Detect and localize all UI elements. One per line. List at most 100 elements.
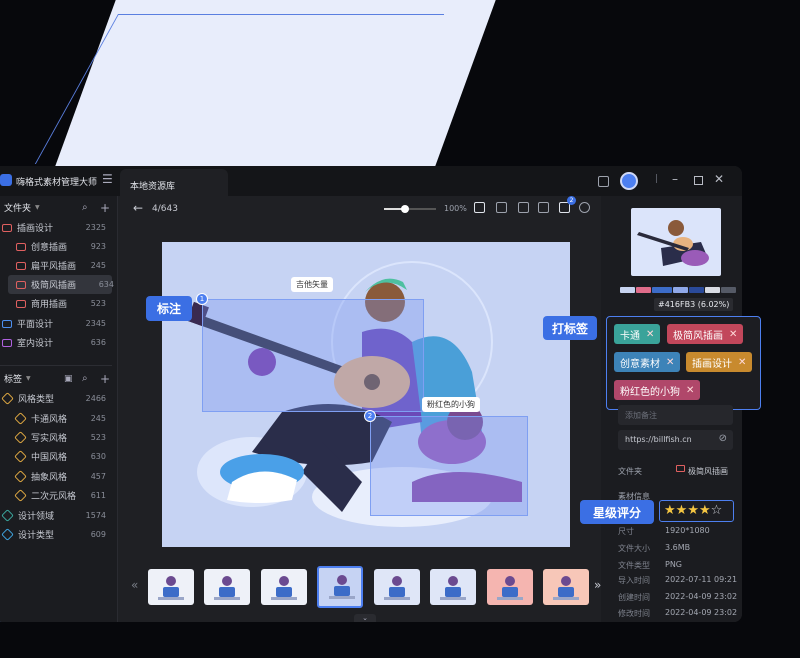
tag-chip[interactable]: 插画设计 ✕	[686, 352, 753, 372]
back-arrow-icon[interactable]: ←	[133, 201, 143, 215]
star-icon[interactable]: ★	[676, 503, 688, 518]
palette-swatch[interactable]	[652, 287, 672, 293]
tag-label: 中国风格	[31, 453, 68, 463]
focus-icon[interactable]	[579, 202, 590, 213]
tag-manage-icon[interactable]: ▣	[64, 374, 73, 384]
annotation-box-1[interactable]	[202, 299, 424, 412]
sidebar-folder-2[interactable]: 创意插画 923	[0, 237, 118, 256]
star-icon[interactable]: ★	[664, 503, 676, 518]
url-field[interactable]: https://billfish.cn ⊘	[618, 430, 733, 450]
annotation-marker-2[interactable]: 2	[364, 410, 376, 422]
menu-icon[interactable]: ☰	[102, 172, 113, 186]
maximize-icon[interactable]	[694, 176, 703, 185]
background-line	[118, 14, 444, 15]
sidebar-tag-1[interactable]: 风格类型 2466	[0, 389, 118, 408]
folder-icon	[16, 261, 26, 270]
star-icon[interactable]: ☆	[711, 503, 723, 518]
thumbnail-4[interactable]	[317, 566, 363, 608]
sidebar-folder-4[interactable]: 极简风插画 634	[8, 275, 114, 294]
remove-tag-icon[interactable]: ✕	[729, 329, 737, 340]
tab-local-library[interactable]: 本地资源库	[120, 169, 228, 196]
palette-swatch[interactable]	[721, 287, 736, 293]
palette-swatch[interactable]	[689, 287, 704, 293]
layout-icon[interactable]	[598, 176, 609, 187]
rotate-icon[interactable]	[518, 202, 529, 213]
folder-label: 室内设计	[17, 339, 54, 349]
meta-value: 2022-07-11 09:21	[665, 575, 738, 584]
compass-icon[interactable]: ⊘	[719, 433, 727, 444]
sidebar-tag-2[interactable]: 卡通风格 245	[0, 409, 118, 428]
search-icon[interactable]: ⌕	[82, 373, 88, 384]
thumbnail-2[interactable]	[204, 569, 250, 605]
palette-swatch[interactable]	[620, 287, 635, 293]
tag-count: 2466	[85, 394, 106, 403]
tag-label: 二次元风格	[31, 492, 77, 502]
tags-header[interactable]: 标签 ▼ ▣ ⌕ +	[0, 369, 118, 388]
sidebar-folder-3[interactable]: 扁平风插画 245	[0, 256, 118, 275]
sidebar-tag-3[interactable]: 写实风格 523	[0, 428, 118, 447]
add-icon[interactable]: +	[100, 201, 110, 215]
tag-chip[interactable]: 创意素材 ✕	[614, 352, 681, 372]
meta-key: 文件大小	[618, 544, 650, 553]
annotation-count-badge: 2	[567, 196, 576, 205]
sidebar-tag-4[interactable]: 中国风格 630	[0, 447, 118, 466]
close-icon[interactable]: ✕	[714, 172, 724, 186]
star-icon[interactable]: ★	[687, 503, 699, 518]
actual-size-icon[interactable]	[496, 202, 507, 213]
compare-icon[interactable]	[538, 202, 549, 213]
tag-count: 609	[90, 530, 106, 539]
thumbnail-5[interactable]	[374, 569, 420, 605]
thumbnail-1[interactable]	[148, 569, 194, 605]
search-icon[interactable]: ⌕	[82, 202, 88, 213]
thumbnail-3[interactable]	[261, 569, 307, 605]
zoom-slider[interactable]	[384, 205, 436, 213]
annotation-box-2[interactable]	[370, 416, 528, 516]
meta-value: 3.6MB	[665, 543, 691, 552]
remove-tag-icon[interactable]: ✕	[686, 385, 694, 396]
annotation-marker-1[interactable]: 1	[196, 293, 208, 305]
prev-button[interactable]: «	[131, 578, 138, 592]
collapse-strip-handle[interactable]: ⌄	[354, 614, 376, 622]
sidebar-folder-6[interactable]: 平面设计 2345	[0, 314, 118, 333]
sidebar-tag-5[interactable]: 抽象风格 457	[0, 467, 118, 486]
star-rating[interactable]: ★★★★☆	[659, 500, 734, 522]
thumbnail-8[interactable]	[543, 569, 589, 605]
fit-screen-icon[interactable]	[474, 202, 485, 213]
meta-value: 1920*1080	[665, 526, 710, 535]
star-icon[interactable]: ★	[699, 503, 711, 518]
tag-chip-label: 极简风插画	[673, 330, 723, 342]
divider	[0, 365, 112, 366]
sidebar-tag-6[interactable]: 二次元风格 611	[0, 486, 118, 505]
sidebar-tag-8[interactable]: 设计类型 609	[0, 525, 118, 544]
annotation-label-2: 粉红色的小狗	[422, 397, 480, 412]
color-palette[interactable]	[620, 287, 736, 293]
tag-chip[interactable]: 极简风插画 ✕	[667, 324, 744, 344]
thumbnail-7[interactable]	[487, 569, 533, 605]
palette-swatch[interactable]	[673, 287, 688, 293]
remove-tag-icon[interactable]: ✕	[738, 357, 746, 368]
remove-tag-icon[interactable]: ✕	[646, 329, 654, 340]
folder-value[interactable]: 极简风插画	[688, 466, 728, 477]
sidebar-folder-1[interactable]: 插画设计 2325	[0, 218, 118, 237]
tag-chip[interactable]: 卡通 ✕	[614, 324, 661, 344]
add-icon[interactable]: +	[100, 372, 110, 386]
folder-count: 2345	[85, 319, 106, 328]
image-canvas[interactable]: 1 2 吉他矢量 粉红色的小狗	[162, 242, 570, 547]
sidebar-folder-5[interactable]: 商用插画 523	[0, 294, 118, 313]
preview-thumbnail[interactable]	[631, 208, 721, 276]
avatar[interactable]	[620, 172, 638, 190]
thumbnail-6[interactable]	[430, 569, 476, 605]
folders-header[interactable]: 文件夹 ▼ ⌕ +	[0, 198, 118, 217]
tag-icon	[1, 509, 14, 522]
palette-swatch[interactable]	[636, 287, 651, 293]
next-button[interactable]: »	[594, 578, 601, 592]
folder-icon	[2, 223, 12, 232]
tag-label: 设计类型	[18, 531, 55, 541]
minimize-icon[interactable]: –	[672, 172, 678, 186]
palette-swatch[interactable]	[705, 287, 720, 293]
sidebar-tag-7[interactable]: 设计领域 1574	[0, 506, 118, 525]
sidebar-folder-7[interactable]: 室内设计 636	[0, 333, 118, 352]
tag-chip[interactable]: 粉红色的小狗 ✕	[614, 380, 701, 400]
note-field[interactable]: 添加备注	[618, 405, 733, 425]
remove-tag-icon[interactable]: ✕	[666, 357, 674, 368]
